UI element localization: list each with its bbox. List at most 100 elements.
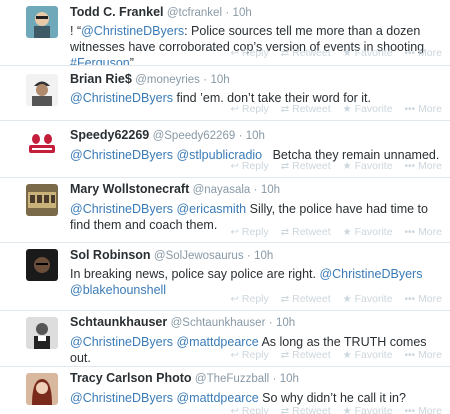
avatar[interactable] [26, 129, 58, 161]
more-button[interactable]: ••• More [405, 349, 442, 361]
timestamp[interactable]: 10h [254, 250, 273, 262]
favorite-button[interactable]: ★ Favorite [343, 226, 393, 238]
author-name[interactable]: Speedy62269 [70, 128, 149, 142]
more-button[interactable]: ••• More [405, 293, 442, 305]
hashtag-link[interactable]: #Ferguson [70, 56, 130, 65]
mention-link[interactable]: @ChristineDByers [319, 267, 422, 281]
avatar[interactable] [26, 184, 58, 216]
reply-button[interactable]: ↩ Reply [230, 349, 268, 361]
favorite-button[interactable]: ★ Favorite [343, 405, 393, 414]
author-name[interactable]: Tracy Carlson Photo [70, 371, 192, 385]
favorite-label: Favorite [354, 349, 393, 361]
timestamp[interactable]: 10h [261, 184, 280, 196]
mention-link[interactable]: @ChristineDByers [70, 148, 173, 162]
favorite-button[interactable]: ★ Favorite [343, 47, 393, 59]
favorite-label: Favorite [354, 103, 393, 115]
author-handle[interactable]: @Speedy62269 [153, 130, 236, 142]
separator: · [253, 184, 258, 196]
star-icon: ★ [342, 160, 352, 172]
avatar[interactable] [26, 373, 58, 405]
timestamp[interactable]: 10h [246, 130, 265, 142]
author-handle[interactable]: @TheFuzzball [195, 373, 269, 385]
timestamp[interactable]: 10h [276, 317, 295, 329]
avatar[interactable] [26, 6, 58, 38]
mention-link[interactable]: @ChristineDByers [70, 91, 173, 105]
mention-link[interactable]: @mattdpearce [176, 391, 258, 405]
mention-link[interactable]: @ericasmith [176, 202, 246, 216]
tweet-actions: ↩ Reply ⇄ Retweet ★ Favorite ••• More [230, 226, 442, 238]
more-label: More [418, 103, 442, 115]
author-handle[interactable]: @tcfrankel [167, 7, 222, 19]
favorite-button[interactable]: ★ Favorite [343, 293, 393, 305]
tweet[interactable]: Brian Rie$ @moneyries · 10h @ChristineDB… [0, 66, 450, 121]
timestamp[interactable]: 10h [280, 373, 299, 385]
text-segment: ” [129, 56, 134, 66]
reply-label: Reply [241, 47, 269, 59]
timestamp[interactable]: 10h [233, 7, 252, 19]
more-button[interactable]: ••• More [405, 405, 442, 414]
timestamp[interactable]: 10h [210, 74, 229, 86]
author-name[interactable]: Schtaunkhauser [70, 315, 167, 329]
author-handle[interactable]: @SolJewosaurus [154, 250, 244, 262]
more-button[interactable]: ••• More [405, 160, 442, 172]
avatar[interactable] [26, 74, 58, 106]
star-icon: ★ [342, 405, 352, 414]
mention-link[interactable]: @ChristineDByers [81, 24, 184, 38]
author-name[interactable]: Brian Rie$ [70, 72, 132, 86]
favorite-button[interactable]: ★ Favorite [343, 160, 393, 172]
tweet[interactable]: Tracy Carlson Photo @TheFuzzball · 10h @… [0, 367, 450, 414]
star-icon: ★ [342, 103, 352, 115]
retweet-icon: ⇄ [280, 226, 290, 238]
reply-icon: ↩ [230, 226, 239, 238]
reply-icon: ↩ [230, 160, 239, 172]
author-name[interactable]: Mary Wollstonecraft [70, 182, 189, 196]
reply-button[interactable]: ↩ Reply [230, 226, 268, 238]
mention-link[interactable]: @blakehounshell [70, 283, 166, 297]
author-handle[interactable]: @Schtaunkhauser [171, 317, 266, 329]
favorite-button[interactable]: ★ Favorite [343, 103, 393, 115]
tweet[interactable]: Schtaunkhauser @Schtaunkhauser · 10h @Ch… [0, 311, 450, 367]
more-button[interactable]: ••• More [405, 103, 442, 115]
retweet-label: Retweet [292, 103, 331, 115]
avatar[interactable] [26, 317, 58, 349]
tweet[interactable]: Sol Robinson @SolJewosaurus · 10h In bre… [0, 243, 450, 311]
avatar[interactable] [26, 249, 58, 281]
more-label: More [418, 293, 442, 305]
tweet-actions: ↩ Reply ⇄ Retweet ★ Favorite ••• More [230, 405, 442, 414]
more-label: More [418, 226, 442, 238]
favorite-label: Favorite [354, 160, 393, 172]
reply-button[interactable]: ↩ Reply [230, 47, 268, 59]
retweet-button[interactable]: ⇄ Retweet [281, 47, 331, 59]
retweet-button[interactable]: ⇄ Retweet [281, 103, 331, 115]
tweet[interactable]: Mary Wollstonecraft @nayasala · 10h @Chr… [0, 178, 450, 243]
retweet-button[interactable]: ⇄ Retweet [281, 226, 331, 238]
reply-button[interactable]: ↩ Reply [230, 160, 268, 172]
mention-link[interactable]: @ChristineDByers [70, 335, 173, 349]
more-button[interactable]: ••• More [405, 226, 442, 238]
author-name[interactable]: Sol Robinson [70, 248, 151, 262]
tweet[interactable]: Speedy62269 @Speedy62269 · 10h @Christin… [0, 121, 450, 178]
author-handle[interactable]: @nayasala [193, 184, 251, 196]
author-handle[interactable]: @moneyries [135, 74, 200, 86]
retweet-button[interactable]: ⇄ Retweet [281, 349, 331, 361]
retweet-label: Retweet [292, 47, 331, 59]
mention-link[interactable]: @mattdpearce [176, 335, 258, 349]
reply-button[interactable]: ↩ Reply [230, 405, 268, 414]
retweet-button[interactable]: ⇄ Retweet [281, 293, 331, 305]
reply-icon: ↩ [230, 349, 239, 361]
more-icon: ••• [404, 405, 416, 414]
reply-button[interactable]: ↩ Reply [230, 103, 268, 115]
more-label: More [418, 349, 442, 361]
retweet-button[interactable]: ⇄ Retweet [281, 160, 331, 172]
reply-button[interactable]: ↩ Reply [230, 293, 268, 305]
mention-link[interactable]: @ChristineDByers [70, 391, 173, 405]
retweet-button[interactable]: ⇄ Retweet [281, 405, 331, 414]
author-name[interactable]: Todd C. Frankel [70, 5, 164, 19]
text-segment: In breaking news, police say police are … [70, 267, 320, 281]
more-icon: ••• [404, 293, 416, 305]
tweet[interactable]: Todd C. Frankel @tcfrankel · 10h ! “@Chr… [0, 0, 450, 66]
favorite-button[interactable]: ★ Favorite [343, 349, 393, 361]
more-button[interactable]: ••• More [405, 47, 442, 59]
separator: · [225, 7, 230, 19]
mention-link[interactable]: @ChristineDByers [70, 202, 173, 216]
